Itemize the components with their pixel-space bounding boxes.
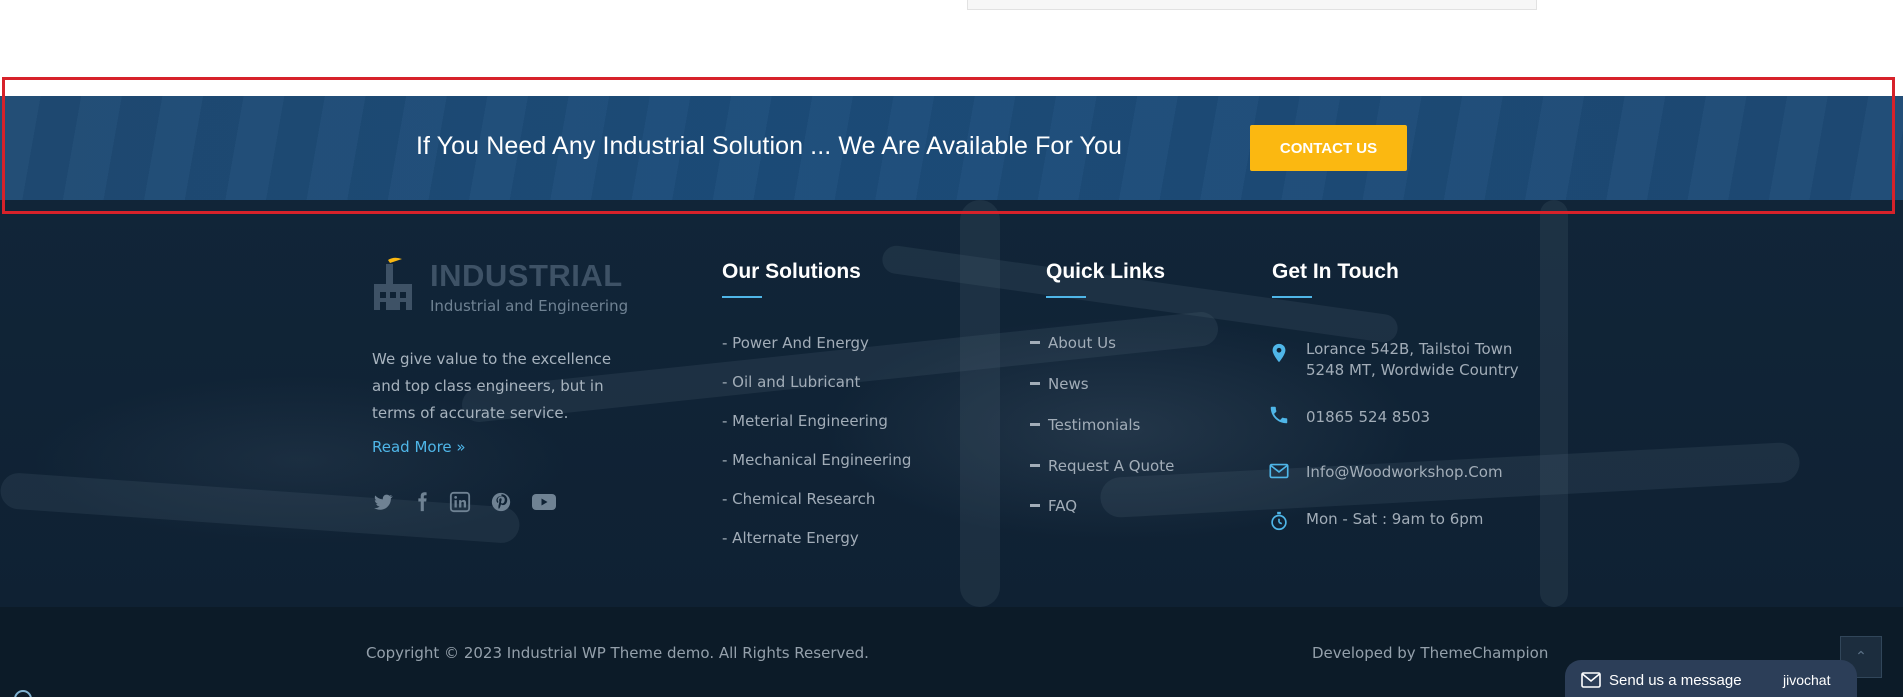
phone-icon bbox=[1270, 406, 1288, 424]
cta-text: If You Need Any Industrial Solution ... … bbox=[416, 132, 1122, 160]
developed-by-text: Developed by ThemeChampion bbox=[1312, 644, 1549, 662]
copyright-text: Copyright © 2023 Industrial WP Theme dem… bbox=[366, 644, 869, 662]
opening-hours: Mon - Sat : 9am to 6pm bbox=[1306, 510, 1484, 528]
facebook-icon[interactable] bbox=[411, 491, 433, 513]
contact-title: Get In Touch bbox=[1272, 260, 1399, 283]
page-top-area bbox=[0, 0, 1903, 96]
quick-link-news[interactable]: News bbox=[1030, 375, 1089, 393]
phone-number: 01865 524 8503 bbox=[1306, 408, 1431, 426]
email-address[interactable]: Info@Woodworkshop.Com bbox=[1306, 462, 1503, 483]
read-more-link[interactable]: Read More » bbox=[372, 438, 466, 456]
chat-brand: jivochat bbox=[1783, 672, 1831, 688]
solution-link[interactable]: - Mechanical Engineering bbox=[722, 451, 911, 469]
solutions-title-underline bbox=[722, 296, 762, 298]
sidebar-widget-box bbox=[967, 0, 1537, 10]
address-line-1: Lorance 542B, Tailstoi Town bbox=[1306, 340, 1513, 358]
brand-subtitle: Industrial and Engineering bbox=[430, 297, 629, 315]
solution-link[interactable]: - Meterial Engineering bbox=[722, 412, 888, 430]
dash-icon bbox=[1030, 422, 1040, 426]
linkedin-icon[interactable] bbox=[449, 491, 471, 513]
map-pin-icon bbox=[1272, 343, 1286, 363]
quick-links-title: Quick Links bbox=[1046, 260, 1166, 283]
dash-icon bbox=[1030, 381, 1040, 385]
factory-logo-icon bbox=[374, 257, 412, 310]
address-line-2: 5248 MT, Wordwide Country bbox=[1306, 361, 1519, 379]
quick-link-request-quote[interactable]: Request A Quote bbox=[1030, 457, 1174, 475]
dash-icon bbox=[1030, 463, 1040, 467]
dash-icon bbox=[1030, 340, 1040, 344]
about-text: We give value to the excellence and top … bbox=[372, 350, 612, 422]
chat-widget[interactable]: Send us a message jivochat bbox=[1565, 660, 1857, 697]
quick-link-testimonials[interactable]: Testimonials bbox=[1030, 416, 1140, 434]
brand-title: INDUSTRIAL bbox=[430, 258, 623, 293]
solution-link[interactable]: - Oil and Lubricant bbox=[722, 373, 860, 391]
stopwatch-icon bbox=[1271, 511, 1287, 531]
twitter-icon[interactable] bbox=[372, 491, 394, 513]
envelope-icon bbox=[1269, 463, 1289, 479]
contact-title-underline bbox=[1272, 296, 1312, 298]
solution-link[interactable]: - Alternate Energy bbox=[722, 529, 859, 547]
contact-us-button[interactable]: CONTACT US bbox=[1250, 125, 1407, 171]
solutions-title: Our Solutions bbox=[722, 260, 861, 283]
quick-link-about[interactable]: About Us bbox=[1030, 334, 1116, 352]
youtube-icon[interactable] bbox=[531, 491, 557, 513]
footer bbox=[0, 200, 1903, 607]
quick-links-title-underline bbox=[1046, 296, 1086, 298]
quick-link-faq[interactable]: FAQ bbox=[1030, 497, 1077, 515]
solution-link[interactable]: - Power And Energy bbox=[722, 334, 869, 352]
mail-icon bbox=[1581, 672, 1601, 688]
chat-label: Send us a message bbox=[1609, 672, 1742, 689]
solution-link[interactable]: - Chemical Research bbox=[722, 490, 875, 508]
pinterest-icon[interactable] bbox=[490, 491, 512, 513]
dash-icon bbox=[1030, 503, 1040, 507]
